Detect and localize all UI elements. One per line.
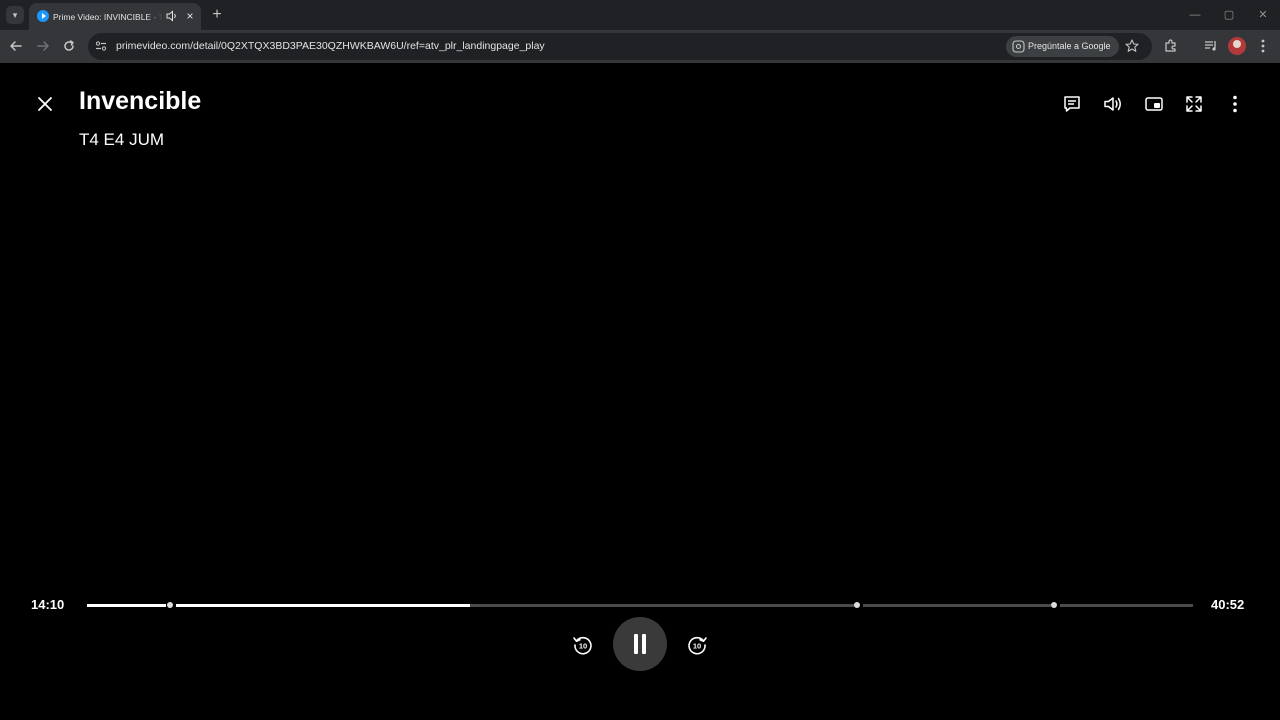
seek-bar[interactable] [87,602,1193,608]
chapter-marker[interactable] [1051,602,1057,608]
fullscreen-icon[interactable] [1184,94,1204,114]
forward-10-label: 10 [693,642,701,651]
chapter-marker[interactable] [854,602,860,608]
pause-icon [642,634,646,654]
media-control-icon[interactable] [1202,37,1220,55]
more-options-icon[interactable] [1225,94,1245,114]
rewind-10-icon[interactable]: 10 [571,633,595,657]
minimize-window-button[interactable]: — [1186,6,1204,24]
back-arrow-icon[interactable] [7,37,25,55]
tab-audio-playing-icon[interactable] [165,9,179,23]
profile-avatar[interactable] [1228,37,1246,55]
maximize-window-button[interactable]: ▢ [1220,6,1238,24]
seek-segment-fill [176,603,470,607]
episode-label: T4 E4 JUM [79,130,165,149]
tab-title: Prime Video: INVINCIBLE - Temporada 4 [53,12,163,22]
total-time: 40:52 [1211,597,1245,612]
browser-menu-icon[interactable] [1256,37,1270,55]
browser-toolbar: primevideo.com/detail/0Q2XTQX3BD3PAE30QZ… [0,30,1280,63]
pause-icon [634,634,638,654]
seek-segment [1060,603,1193,607]
pause-button[interactable] [613,617,667,671]
video-title: Invencible [79,87,202,115]
forward-arrow-icon[interactable] [34,37,52,55]
seek-segment [87,603,166,607]
current-time: 14:10 [31,597,65,612]
seek-segment-fill [87,603,166,607]
chapter-marker[interactable] [167,602,173,608]
picture-in-picture-icon[interactable] [1144,94,1164,114]
ask-google-label: Pregúntale a Google [1028,41,1111,51]
video-player[interactable]: Invencible T4 E4 JUM 14:10 40:52 10 10 [0,63,1280,720]
rewind-10-label: 10 [579,642,587,651]
tab-search-button[interactable]: ▾ [6,6,24,24]
browser-tab-active[interactable]: Prime Video: INVINCIBLE - Temporada 4 × [29,3,201,30]
chevron-down-icon: ▾ [12,9,18,20]
ask-google-button[interactable]: Pregúntale a Google [1006,36,1119,57]
browser-tabstrip: ▾ Prime Video: INVINCIBLE - Temporada 4 … [0,0,1280,30]
google-lens-icon [1012,40,1025,53]
address-bar[interactable]: primevideo.com/detail/0Q2XTQX3BD3PAE30QZ… [88,33,1152,60]
bookmark-star-icon[interactable] [1124,38,1140,54]
seek-segment [863,603,1051,607]
seek-segment [176,603,855,607]
close-icon[interactable] [34,93,56,115]
volume-icon[interactable] [1103,94,1123,114]
prime-video-favicon-icon [37,10,49,22]
extensions-icon[interactable] [1162,37,1180,55]
forward-10-icon[interactable]: 10 [685,633,709,657]
close-window-button[interactable]: ✕ [1254,6,1272,24]
url-text[interactable]: primevideo.com/detail/0Q2XTQX3BD3PAE30QZ… [116,33,545,60]
subtitles-icon[interactable] [1062,94,1082,114]
new-tab-button[interactable]: + [208,6,226,24]
site-settings-icon[interactable] [94,39,108,53]
reload-icon[interactable] [60,37,78,55]
tab-close-icon[interactable]: × [183,9,197,23]
